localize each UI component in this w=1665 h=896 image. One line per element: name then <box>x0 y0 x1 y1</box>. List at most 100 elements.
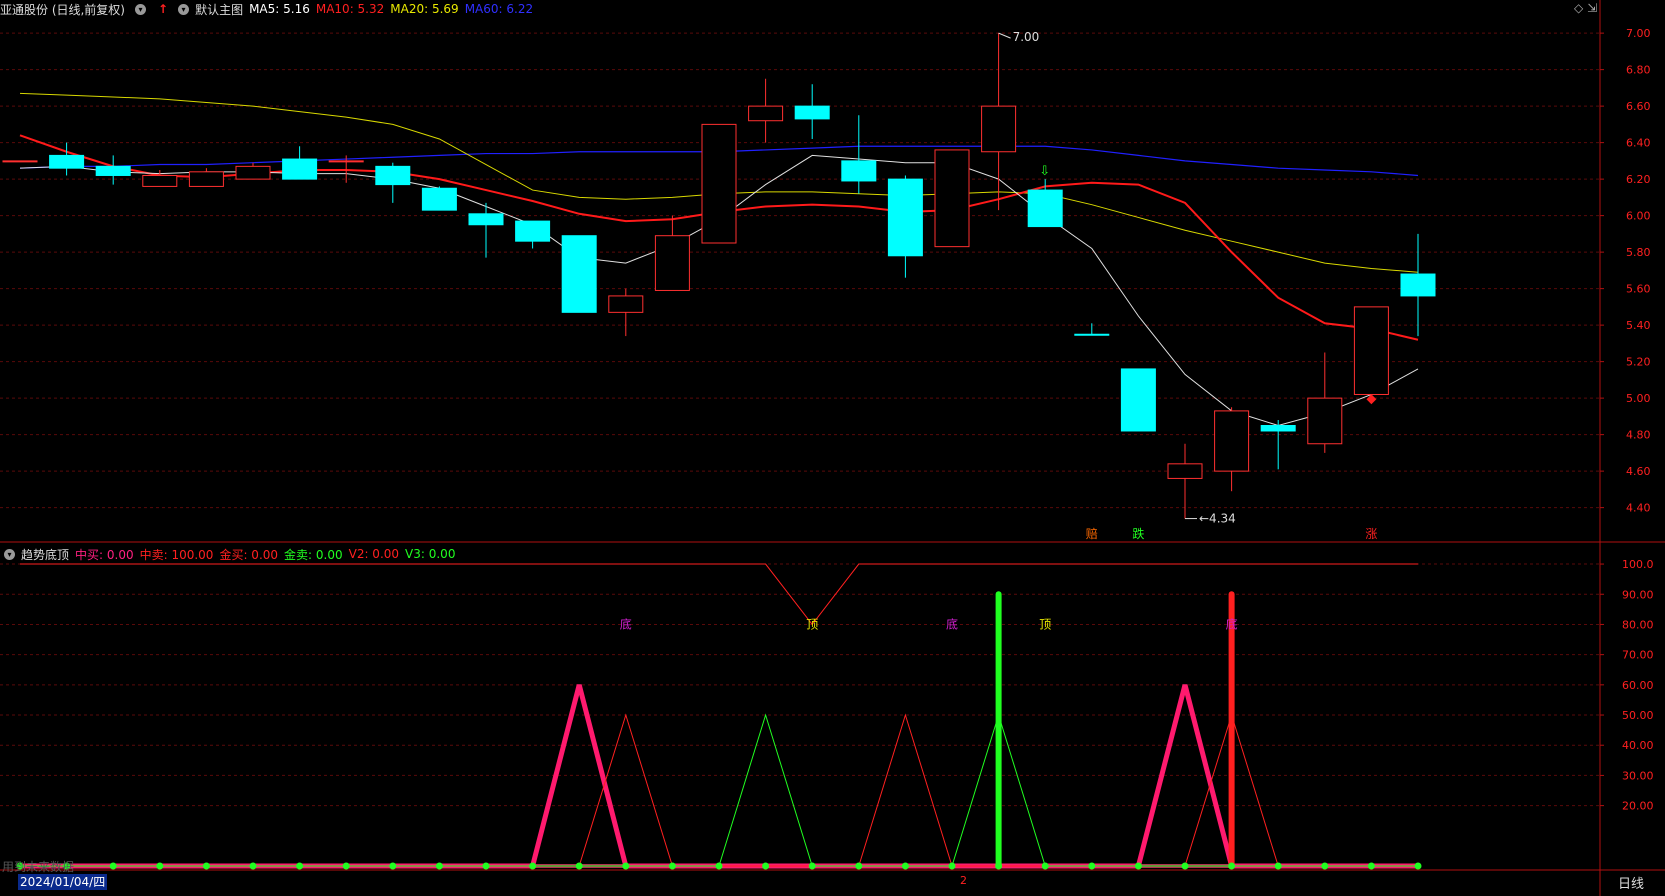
baseline-dot <box>622 862 630 870</box>
candle <box>981 33 1017 211</box>
baseline-dot <box>1134 862 1142 870</box>
sub-item-3: 金买: 0.00 <box>219 547 279 562</box>
baseline-dot <box>1367 862 1375 870</box>
ma5-label: MA5: 5.16 <box>249 2 310 16</box>
sub-item-5: V2: 0.00 <box>348 547 400 561</box>
candle-body-down <box>515 220 551 242</box>
ghost-text: 用到未来数据 <box>2 860 75 874</box>
price-tick-label: 4.40 <box>1626 502 1651 515</box>
price-tick-label: 5.00 <box>1626 392 1651 405</box>
baseline-dot <box>482 862 490 870</box>
date-label: 2024/01/04/四 <box>18 874 108 890</box>
candle <box>748 78 784 143</box>
candle <box>561 235 597 313</box>
candle-body-up <box>748 105 784 122</box>
down-arrow-signal-icon: ⇩ <box>1039 164 1050 179</box>
indicator-tick-label: 80.00 <box>1622 618 1654 631</box>
indicator-tick-label: 40.00 <box>1622 739 1654 752</box>
indicator-label: 顶 <box>1039 617 1051 631</box>
baseline-dot <box>715 862 723 870</box>
candle <box>1260 420 1296 470</box>
template-menu-icon[interactable]: ▾ <box>178 3 190 15</box>
candle-body-up <box>235 165 271 180</box>
ma10-label: MA10: 5.32 <box>315 2 385 16</box>
indicator-menu-icon[interactable]: ▾ <box>4 548 15 560</box>
baseline-dot <box>202 862 210 870</box>
stock-chart[interactable]: 7.00 6.80 6.60 6.40 6.20 6.00 5.80 5.60 5.40 5.20… <box>0 0 1665 896</box>
indicator-tick-label: 70.00 <box>1622 649 1654 662</box>
extreme-pointer <box>998 32 1011 39</box>
candle-body-down <box>1260 425 1296 432</box>
baseline-dot <box>1181 862 1189 870</box>
period-label[interactable]: 日线 <box>1618 873 1644 892</box>
baseline-dot <box>1228 862 1236 870</box>
candle <box>887 175 923 278</box>
candle <box>421 186 457 211</box>
signal-label: 跌 <box>1132 526 1144 541</box>
baseline-dot <box>855 862 863 870</box>
collapse-icon[interactable]: ▾ <box>135 3 146 15</box>
baseline-dot <box>808 862 816 870</box>
candle <box>654 215 690 291</box>
candle <box>515 220 551 249</box>
extreme-label: ←4.34 <box>1199 512 1236 526</box>
sub-item-4: 金卖: 0.00 <box>284 547 343 562</box>
indicator-series-line <box>20 713 1418 867</box>
expand-icon[interactable]: ⇲ <box>1587 1 1597 15</box>
candle <box>2 160 38 163</box>
candle <box>235 162 271 180</box>
price-tick-label: 6.80 <box>1626 64 1651 77</box>
main-header: 亚通股份 (日线,前复权) ▾ ↑ ▾ 默认主图 MA5: 5.16 MA10:… <box>0 0 539 18</box>
candle-body-up <box>1307 397 1343 445</box>
price-tick-label: 5.80 <box>1626 246 1651 259</box>
baseline-dot <box>1041 862 1049 870</box>
candle-body-down <box>95 165 131 176</box>
diamond-icon[interactable]: ◇ <box>1574 1 1583 15</box>
candle-body-down <box>49 154 85 169</box>
price-tick-label: 6.20 <box>1626 173 1651 186</box>
extreme-label: 7.00 <box>1013 30 1040 44</box>
candle-body-down <box>421 187 457 211</box>
candle-body-down <box>887 178 923 257</box>
candle-body-up <box>934 149 970 248</box>
candle <box>934 149 970 248</box>
price-tick-label: 5.60 <box>1626 283 1651 296</box>
price-tick-label: 6.00 <box>1626 210 1651 223</box>
price-tick-label: 7.00 <box>1626 27 1651 40</box>
stock-title[interactable]: 亚通股份 (日线,前复权) <box>0 1 125 18</box>
candle <box>1214 407 1250 492</box>
candle <box>188 168 224 187</box>
sub-header: ▾ 趋势底顶 中买: 0.00 中卖: 100.00 金买: 0.00 金卖: … <box>0 545 461 563</box>
indicator-tick-label: 20.00 <box>1622 800 1654 813</box>
baseline-dot <box>1088 862 1096 870</box>
candle-body-down <box>1074 333 1110 336</box>
baseline-dot <box>995 862 1003 870</box>
sub-item-2: 中卖: 100.00 <box>139 547 214 562</box>
indicator-label: 底 <box>946 616 958 631</box>
baseline-dot <box>948 862 956 870</box>
candle-body-up <box>1353 306 1389 395</box>
baseline-dot <box>109 862 117 870</box>
baseline-dot <box>156 862 164 870</box>
template-label[interactable]: 默认主图 <box>195 1 243 18</box>
candle <box>1074 323 1110 336</box>
indicator-label: 底 <box>1226 616 1238 631</box>
corner-icons: ◇ ⇲ <box>1574 1 1597 15</box>
candle <box>282 146 318 180</box>
indicator-tick-label: 50.00 <box>1622 709 1654 722</box>
candle <box>701 123 737 244</box>
candle-body-down <box>561 235 597 313</box>
candle-body-up <box>1214 410 1250 472</box>
indicator-label: 顶 <box>806 617 818 631</box>
candle <box>794 84 830 139</box>
candle <box>1120 368 1156 432</box>
baseline-dot <box>762 862 770 870</box>
candle-body-down <box>1027 189 1063 228</box>
baseline-dot <box>249 862 257 870</box>
candle <box>95 155 131 185</box>
candle-body-down <box>1120 368 1156 432</box>
sub-item-6: V3: 0.00 <box>405 547 456 561</box>
indicator-name[interactable]: 趋势底顶 <box>21 546 69 563</box>
price-tick-label: 4.60 <box>1626 465 1651 478</box>
candle-body-up <box>654 235 690 291</box>
